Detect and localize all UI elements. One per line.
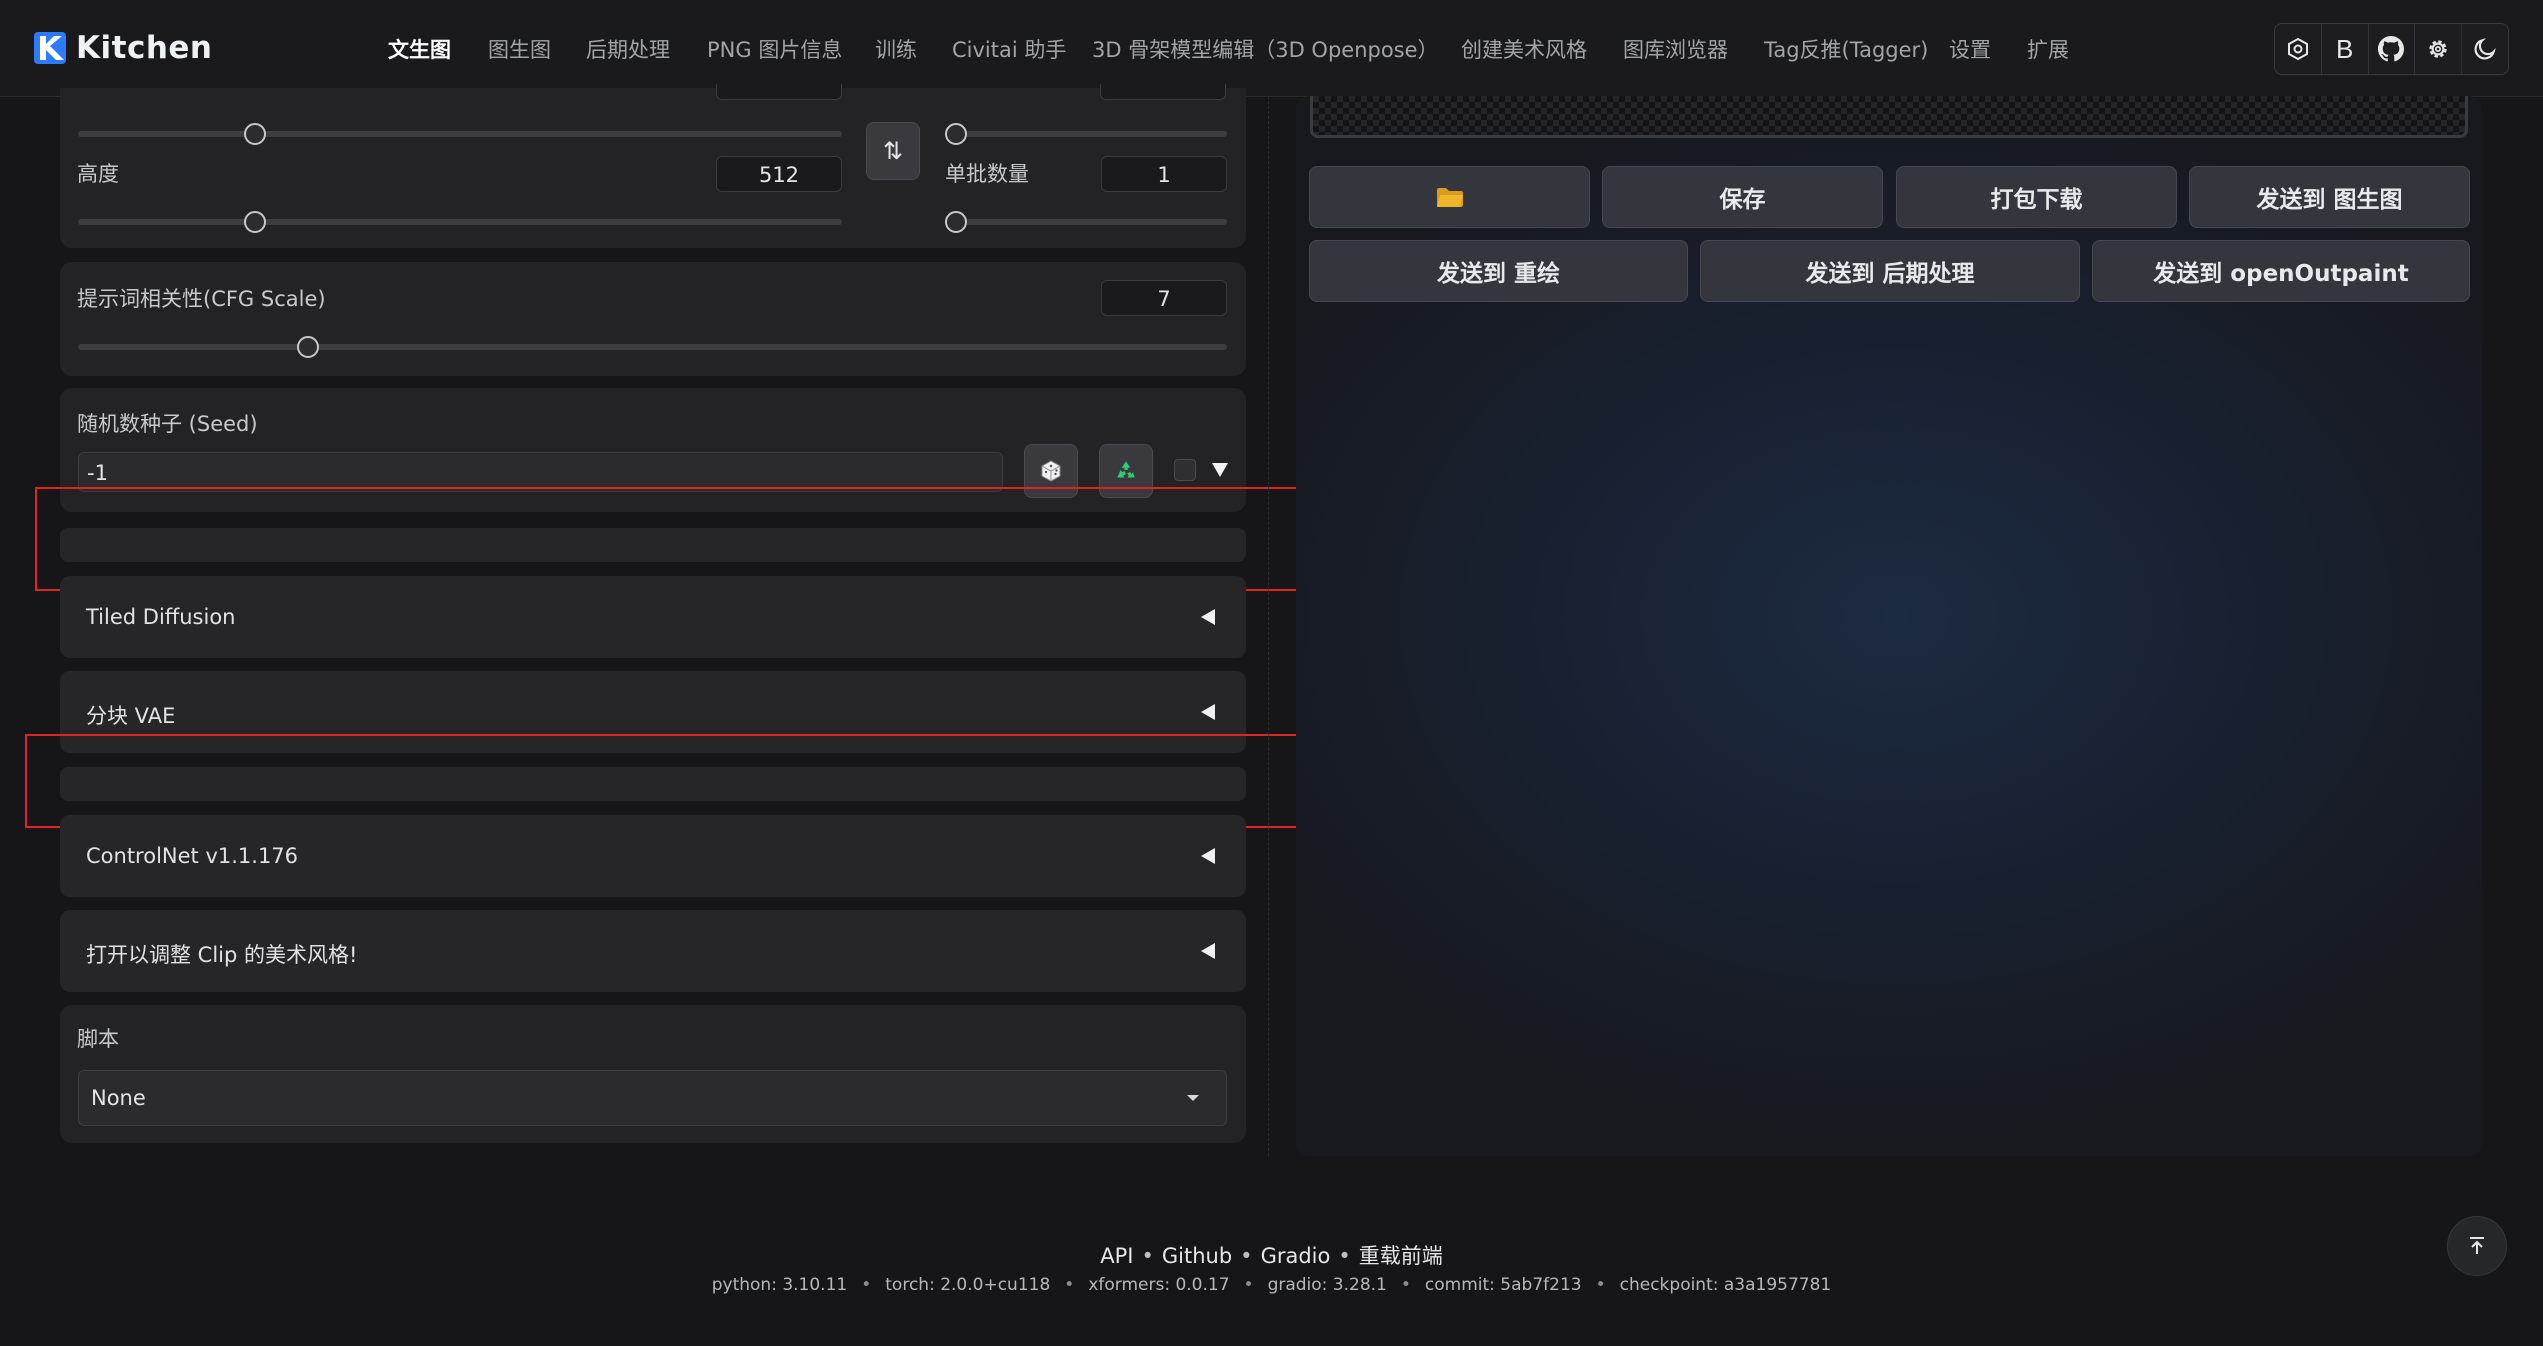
accordion-tiled-diffusion[interactable]: Tiled Diffusion xyxy=(60,576,1246,658)
api-link[interactable]: API xyxy=(1100,1244,1133,1268)
height-slider-track[interactable] xyxy=(78,219,842,225)
cfg-scale-panel: 提示词相关性(CFG Scale) 7 xyxy=(60,262,1246,376)
moon-icon[interactable] xyxy=(2462,24,2508,74)
width-number-input[interactable] xyxy=(716,84,842,100)
batch-count-slider-track[interactable] xyxy=(945,131,1227,137)
header-icon-group: B xyxy=(2274,23,2509,75)
gradio-link[interactable]: Gradio xyxy=(1261,1244,1331,1268)
tab-txt2img[interactable]: 文生图 xyxy=(388,34,451,64)
send-to-inpaint-button[interactable]: 发送到 重绘 xyxy=(1309,240,1688,302)
cfg-scale-number-input[interactable]: 7 xyxy=(1101,280,1227,316)
github-icon[interactable] xyxy=(2369,24,2416,74)
arrow-up-icon xyxy=(2470,1237,2484,1254)
swap-dimensions-button[interactable]: ⇅ xyxy=(866,122,920,180)
script-selected-value: None xyxy=(91,1086,146,1110)
scroll-to-top-button[interactable] xyxy=(2447,1216,2507,1276)
tab-aesthetic-style[interactable]: 创建美术风格 xyxy=(1461,34,1587,64)
swap-icon: ⇅ xyxy=(882,137,904,165)
folder-icon xyxy=(1436,188,1463,207)
save-button[interactable]: 保存 xyxy=(1602,166,1883,228)
height-label: 高度 xyxy=(77,162,119,186)
script-dropdown[interactable]: None xyxy=(78,1070,1227,1126)
chevron-down-icon xyxy=(1187,1095,1199,1101)
accordion-title: ControlNet v1.1.176 xyxy=(86,844,299,868)
caret-left-icon xyxy=(1201,943,1215,959)
app-title: Kitchen xyxy=(76,30,213,66)
seed-input[interactable]: -1 xyxy=(78,452,1003,492)
tab-train[interactable]: 训练 xyxy=(875,34,917,64)
height-slider-thumb[interactable] xyxy=(244,211,266,233)
accordion-aesthetic-clip[interactable]: 打开以调整 Clip 的美术风格! xyxy=(60,910,1246,992)
batch-size-number-input[interactable]: 1 xyxy=(1101,156,1227,192)
dice-icon xyxy=(1041,460,1061,482)
script-panel: 脚本 None xyxy=(60,1005,1246,1143)
hexagon-settings-icon[interactable] xyxy=(2275,24,2322,74)
gradio-version: gradio: 3.28.1 xyxy=(1267,1275,1387,1295)
accordion-controlnet[interactable]: ControlNet v1.1.176 xyxy=(60,815,1246,897)
width-slider-track[interactable] xyxy=(78,131,842,137)
footer-links: API • Github • Gradio • 重载前端 xyxy=(1100,1244,1443,1268)
batch-size-slider-track[interactable] xyxy=(945,219,1227,225)
cfg-scale-label: 提示词相关性(CFG Scale) xyxy=(77,287,326,311)
cfg-scale-slider-thumb[interactable] xyxy=(296,336,319,358)
tab-extensions[interactable]: 扩展 xyxy=(2027,34,2069,64)
app-logo[interactable]: Kitchen xyxy=(34,28,213,68)
caret-left-icon xyxy=(1201,609,1215,625)
send-to-openoutpaint-button[interactable]: 发送到 openOutpaint xyxy=(2092,240,2470,302)
size-panel: 高度 512 ⇅ 单批数量 1 xyxy=(60,84,1246,248)
bold-b-icon[interactable]: B xyxy=(2322,24,2369,74)
tab-png-info[interactable]: PNG 图片信息 xyxy=(707,34,842,64)
seed-label: 随机数种子 (Seed) xyxy=(77,412,258,436)
output-gallery[interactable] xyxy=(1310,96,2468,138)
version-info: python: 3.10.11 • torch: 2.0.0+cu118 • xform… xyxy=(711,1275,1832,1295)
commit-hash: commit: 5ab7f213 xyxy=(1424,1275,1582,1295)
gear-icon[interactable] xyxy=(2415,24,2463,74)
top-navbar: Kitchen 文生图 图生图 后期处理 PNG 图片信息 训练 Civitai… xyxy=(0,0,2543,97)
recycle-icon xyxy=(1117,461,1135,478)
accordion-title: 分块 VAE xyxy=(86,704,176,728)
accordion-title: Tiled Diffusion xyxy=(86,605,236,629)
batch-count-number-input[interactable] xyxy=(1100,84,1226,100)
send-to-img2img-button[interactable]: 发送到 图生图 xyxy=(2189,166,2470,228)
reload-ui-link[interactable]: 重载前端 xyxy=(1359,1244,1443,1268)
tab-image-browser[interactable]: 图库浏览器 xyxy=(1623,34,1728,64)
width-slider-thumb[interactable] xyxy=(244,123,266,145)
accordion-title: 打开以调整 Clip 的美术风格! xyxy=(86,943,358,967)
caret-left-icon xyxy=(1201,704,1215,720)
open-folder-button[interactable] xyxy=(1309,166,1590,228)
extra-seed-toggle-icon[interactable] xyxy=(1211,462,1229,478)
tab-extras[interactable]: 后期处理 xyxy=(586,34,670,64)
height-number-input[interactable]: 512 xyxy=(716,156,842,192)
tab-civitai-helper[interactable]: Civitai 助手 xyxy=(952,34,1066,64)
send-to-extras-button[interactable]: 发送到 后期处理 xyxy=(1700,240,2080,302)
tab-tagger[interactable]: Tag反推(Tagger) xyxy=(1764,34,1928,64)
tab-img2img[interactable]: 图生图 xyxy=(488,34,551,64)
extra-seed-checkbox[interactable] xyxy=(1174,459,1196,481)
column-divider xyxy=(1268,96,1270,1156)
batch-count-slider-thumb[interactable] xyxy=(945,123,967,145)
batch-size-label: 单批数量 xyxy=(945,162,1029,186)
kitchen-logo-icon xyxy=(34,32,66,64)
python-version: python: 3.10.11 xyxy=(711,1275,848,1295)
app-root: Kitchen 文生图 图生图 后期处理 PNG 图片信息 训练 Civitai… xyxy=(0,0,2543,1346)
checkpoint-hash: checkpoint: a3a1957781 xyxy=(1619,1275,1832,1295)
tab-settings[interactable]: 设置 xyxy=(1949,34,1991,64)
highlight-box-2 xyxy=(25,734,1310,828)
zip-download-button[interactable]: 打包下载 xyxy=(1896,166,2177,228)
batch-size-slider-thumb[interactable] xyxy=(945,211,967,233)
cfg-scale-slider-track[interactable] xyxy=(78,344,1227,350)
script-label: 脚本 xyxy=(77,1027,119,1051)
caret-left-icon xyxy=(1201,848,1215,864)
torch-version: torch: 2.0.0+cu118 xyxy=(885,1275,1051,1295)
tab-3d-openpose[interactable]: 3D 骨架模型编辑（3D Openpose） xyxy=(1092,34,1439,64)
xformers-version: xformers: 0.0.17 xyxy=(1088,1275,1230,1295)
github-link[interactable]: Github xyxy=(1162,1244,1232,1268)
